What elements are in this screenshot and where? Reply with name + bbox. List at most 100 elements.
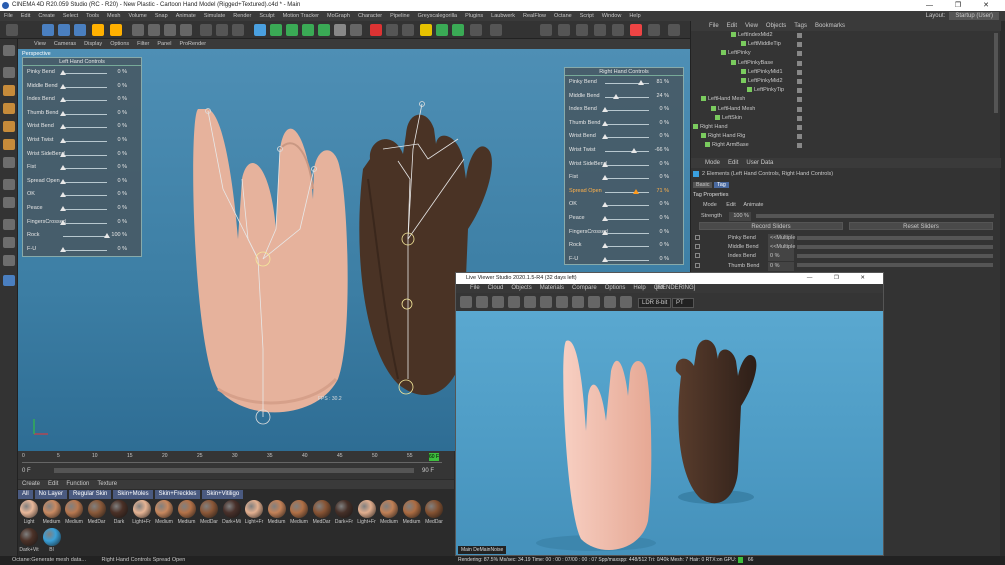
plugin-icon[interactable] bbox=[648, 24, 660, 36]
slider-knob[interactable] bbox=[602, 229, 608, 235]
visibility-dots-icon[interactable] bbox=[797, 51, 802, 57]
slider-track[interactable] bbox=[605, 246, 649, 248]
slider-track[interactable] bbox=[63, 236, 107, 238]
menu-octane[interactable]: Octane bbox=[550, 13, 576, 19]
light-kit-icon[interactable] bbox=[576, 24, 588, 36]
array-icon[interactable] bbox=[302, 24, 314, 36]
slider-knob[interactable] bbox=[602, 243, 608, 249]
visibility-dots-icon[interactable] bbox=[797, 60, 802, 66]
slider-knob[interactable] bbox=[602, 120, 608, 126]
material-swatch[interactable]: Dark+Mi bbox=[221, 500, 243, 528]
menu-mesh[interactable]: Mesh bbox=[103, 13, 124, 19]
slider-knob[interactable] bbox=[602, 107, 608, 113]
attribute-checkbox[interactable] bbox=[695, 262, 700, 268]
slider-knob[interactable] bbox=[60, 70, 66, 75]
object-row[interactable]: LeftPinky bbox=[721, 49, 751, 58]
slider-track[interactable] bbox=[605, 191, 649, 193]
slider-track[interactable] bbox=[605, 259, 649, 261]
viewport-menu-panel[interactable]: Panel bbox=[153, 41, 175, 47]
live-viewer-menu-objects[interactable]: Objects bbox=[507, 285, 535, 291]
material-swatch[interactable]: Bl bbox=[41, 528, 63, 556]
object-row[interactable]: LeftPinkyMid1 bbox=[741, 68, 783, 77]
visibility-dots-icon[interactable] bbox=[797, 115, 802, 121]
scene-icon[interactable] bbox=[334, 24, 346, 36]
attribute-checkbox[interactable] bbox=[695, 253, 700, 259]
sun-icon[interactable] bbox=[420, 24, 432, 36]
viewport-menu-options[interactable]: Options bbox=[106, 41, 133, 47]
object-row[interactable]: LeftIndexMid2 bbox=[731, 31, 773, 40]
deformer-icon[interactable] bbox=[318, 24, 330, 36]
region-icon[interactable] bbox=[540, 296, 552, 308]
object-row[interactable]: Right ArmBase bbox=[705, 141, 749, 150]
attribute-value[interactable]: 0 % bbox=[768, 252, 794, 262]
y-axis-icon[interactable] bbox=[148, 24, 160, 36]
slider-track[interactable] bbox=[605, 164, 649, 166]
attribute-checkbox[interactable] bbox=[695, 235, 700, 241]
camera-icon[interactable] bbox=[350, 24, 362, 36]
snap-icon[interactable] bbox=[3, 219, 15, 230]
polygons-mode-icon[interactable] bbox=[3, 139, 15, 150]
pick-material-icon[interactable] bbox=[588, 296, 600, 308]
object-row[interactable]: Right Hand bbox=[693, 123, 728, 132]
slider-value[interactable]: 0 % bbox=[649, 130, 669, 144]
texture-icon[interactable] bbox=[470, 24, 482, 36]
slider-value[interactable]: 0 % bbox=[649, 117, 669, 131]
sculpt-icon[interactable] bbox=[3, 275, 15, 286]
material-swatch[interactable]: MedDar bbox=[311, 500, 333, 528]
slider-knob[interactable] bbox=[60, 246, 66, 252]
slider-knob[interactable] bbox=[60, 192, 66, 198]
slider-track[interactable] bbox=[63, 222, 107, 224]
material-filter-all[interactable]: All bbox=[18, 490, 33, 499]
slider-track[interactable] bbox=[605, 218, 649, 220]
reset-sliders-button[interactable]: Reset Sliders bbox=[849, 222, 993, 230]
workplane-icon[interactable] bbox=[3, 237, 15, 248]
slider-value[interactable]: 0 % bbox=[107, 120, 127, 134]
tab-basic[interactable]: Basic bbox=[693, 182, 713, 188]
live-viewer-menu-help[interactable]: Help bbox=[629, 285, 649, 291]
slider-knob[interactable] bbox=[602, 215, 608, 221]
object-menu-edit[interactable]: Edit bbox=[723, 23, 741, 29]
slider-track[interactable] bbox=[63, 181, 107, 183]
environment-icon[interactable] bbox=[452, 24, 464, 36]
sphere-icon[interactable] bbox=[558, 24, 570, 36]
edges-mode-icon[interactable] bbox=[3, 121, 15, 132]
material-filter-no-layer[interactable]: No Layer bbox=[34, 490, 68, 499]
layout-selector[interactable]: Layout: Startup (User) bbox=[926, 12, 999, 20]
octane-settings-icon[interactable] bbox=[386, 24, 398, 36]
ldr-select[interactable]: LDR 8-bit bbox=[638, 298, 672, 308]
attribute-slider[interactable] bbox=[797, 244, 993, 249]
slider-track[interactable] bbox=[63, 208, 107, 210]
slider-value[interactable]: 81 % bbox=[649, 76, 669, 90]
slider-value[interactable]: 0 % bbox=[107, 80, 127, 94]
material-swatch[interactable]: MedDar bbox=[423, 500, 445, 528]
slider-knob[interactable] bbox=[60, 137, 66, 143]
slider-track[interactable] bbox=[605, 137, 649, 139]
visibility-dots-icon[interactable] bbox=[797, 134, 802, 140]
record-sliders-button[interactable]: Record Sliders bbox=[699, 222, 843, 230]
slider-knob[interactable] bbox=[602, 202, 608, 208]
layout-dropdown[interactable]: Startup (User) bbox=[949, 12, 999, 20]
material-filter-skin-vitiligo[interactable]: Skin+Vitiligo bbox=[202, 490, 244, 499]
material-swatch[interactable]: Medium bbox=[266, 500, 288, 528]
material-filter-skin-moles[interactable]: Skin+Moles bbox=[113, 490, 153, 499]
slider-track[interactable] bbox=[63, 113, 107, 115]
object-row[interactable]: LeftMiddleTip bbox=[741, 40, 781, 49]
slider-value[interactable]: 0 % bbox=[649, 103, 669, 117]
points-mode-icon[interactable] bbox=[3, 103, 15, 114]
menu-laubwerk[interactable]: Laubwerk bbox=[487, 13, 519, 19]
viewport-menu-cameras[interactable]: Cameras bbox=[50, 41, 80, 47]
menu-animate[interactable]: Animate bbox=[172, 13, 200, 19]
x-axis-icon[interactable] bbox=[132, 24, 144, 36]
object-menu-tags[interactable]: Tags bbox=[790, 23, 811, 29]
menu-script[interactable]: Script bbox=[576, 13, 598, 19]
locked-workplane-icon[interactable] bbox=[3, 255, 15, 266]
viewport-menu-prorender[interactable]: ProRender bbox=[175, 41, 210, 47]
visibility-dots-icon[interactable] bbox=[797, 88, 802, 94]
strength-field[interactable]: 100 % bbox=[729, 212, 752, 221]
slider-track[interactable] bbox=[605, 123, 649, 125]
save-image-icon[interactable] bbox=[620, 296, 632, 308]
attribute-value[interactable]: <<Multiple bbox=[768, 234, 795, 243]
live-viewer-menu-options[interactable]: Options bbox=[601, 285, 630, 291]
visibility-dots-icon[interactable] bbox=[797, 79, 802, 84]
object-row[interactable]: LeftHand Mesh bbox=[711, 105, 755, 114]
